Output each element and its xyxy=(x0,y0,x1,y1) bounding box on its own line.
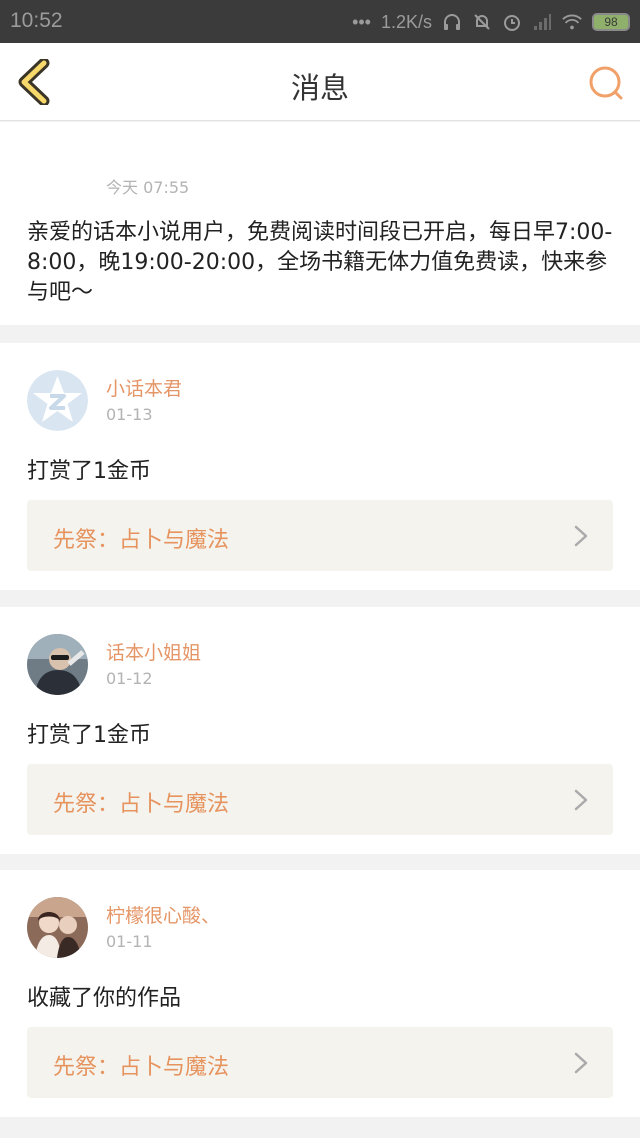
message-card: 话本小姐姐 01-12 打赏了1金币 先祭：占卜与魔法 xyxy=(0,607,640,854)
book-title: 先祭：占卜与魔法 xyxy=(53,528,230,553)
message-date: 01-11 xyxy=(106,932,153,951)
wifi-icon xyxy=(562,12,582,32)
book-link[interactable]: 先祭：占卜与魔法 xyxy=(27,500,613,571)
message-card: 柠檬很心酸、 01-11 收藏了你的作品 先祭：占卜与魔法 xyxy=(0,870,640,1117)
headphones-icon xyxy=(442,12,462,32)
message-date: 01-12 xyxy=(106,669,153,688)
message-date: 01-13 xyxy=(106,405,153,424)
signal-icon xyxy=(532,12,552,32)
status-bar: 10:52 ••• 1.2K/s 98 xyxy=(0,0,640,43)
username[interactable]: 柠檬很心酸、 xyxy=(106,901,220,928)
avatar[interactable] xyxy=(27,370,88,431)
battery-indicator: 98 xyxy=(592,13,630,31)
system-message-time: 今天 07:55 xyxy=(106,178,190,197)
message-card: 小话本君 01-13 打赏了1金币 先祭：占卜与魔法 xyxy=(0,343,640,590)
message-action: 收藏了你的作品 xyxy=(27,986,182,1011)
username[interactable]: 话本小姐姐 xyxy=(106,638,201,665)
chevron-right-icon xyxy=(574,525,588,547)
message-action: 打赏了1金币 xyxy=(27,459,151,484)
chevron-right-icon xyxy=(574,789,588,811)
more-dots-icon: ••• xyxy=(352,11,371,32)
search-icon xyxy=(589,66,623,100)
book-title: 先祭：占卜与魔法 xyxy=(53,1055,230,1080)
book-link[interactable]: 先祭：占卜与魔法 xyxy=(27,764,613,835)
message-action: 打赏了1金币 xyxy=(27,723,151,748)
chevron-right-icon xyxy=(574,1052,588,1074)
app-header: 消息 xyxy=(0,43,640,121)
search-button[interactable] xyxy=(586,63,626,103)
avatar[interactable] xyxy=(27,634,88,695)
status-icons: ••• 1.2K/s 98 xyxy=(352,10,630,34)
book-link[interactable]: 先祭：占卜与魔法 xyxy=(27,1027,613,1098)
mute-bell-icon xyxy=(472,12,492,32)
username[interactable]: 小话本君 xyxy=(106,374,182,401)
net-speed: 1.2K/s xyxy=(380,11,432,32)
system-message-text: 亲爱的话本小说用户，免费阅读时间段已开启，每日早7:00-8:00，晚19:00… xyxy=(27,220,613,305)
system-message-card: 今天 07:55 亲爱的话本小说用户，免费阅读时间段已开启，每日早7:00-8:… xyxy=(0,122,640,325)
book-title: 先祭：占卜与魔法 xyxy=(53,792,230,817)
alarm-icon xyxy=(502,12,522,32)
page-title: 消息 xyxy=(290,71,349,105)
avatar[interactable] xyxy=(27,897,88,958)
status-time: 10:52 xyxy=(10,9,63,32)
